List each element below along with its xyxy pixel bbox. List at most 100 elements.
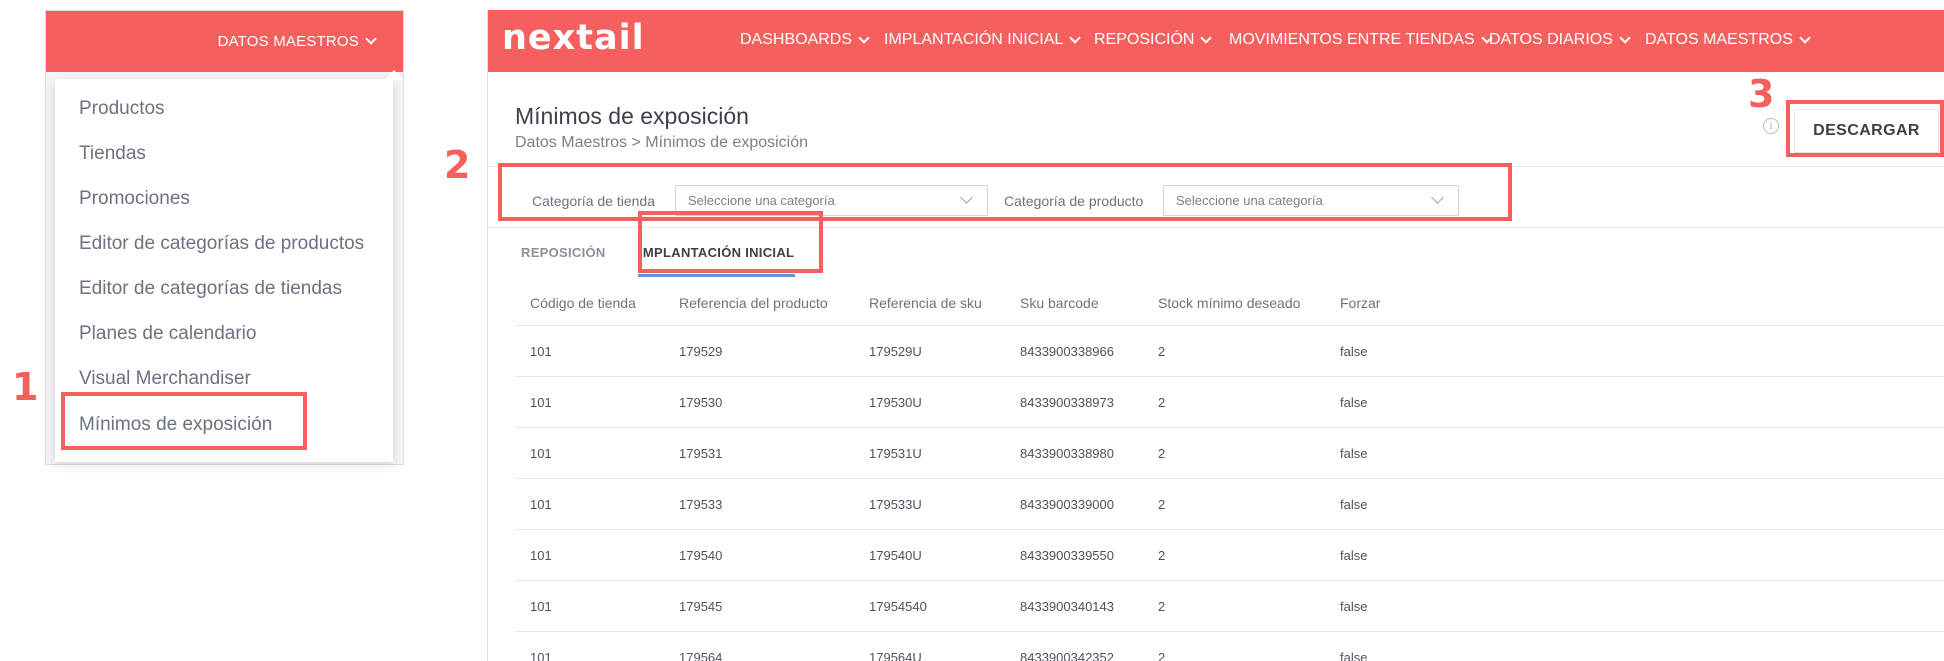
- table-header-row: Código de tienda Referencia del producto…: [515, 280, 1944, 326]
- cell-referencia-producto: 179545: [679, 598, 723, 614]
- annotation-number-2: 2: [444, 143, 471, 187]
- nav-datos-diarios[interactable]: DATOS DIARIOS: [1489, 28, 1631, 52]
- column-header-referencia-sku[interactable]: Referencia de sku: [869, 280, 982, 325]
- annotation-number-1: 1: [12, 365, 39, 409]
- nav-datos-maestros-label: DATOS MAESTROS: [1645, 31, 1793, 48]
- nextail-logo[interactable]: nextail: [502, 18, 645, 58]
- nav-datos-maestros[interactable]: DATOS MAESTROS: [1645, 28, 1811, 52]
- cell-forzar: false: [1340, 496, 1368, 512]
- cell-codigo-tienda: 101: [530, 445, 552, 461]
- column-header-forzar[interactable]: Forzar: [1340, 280, 1380, 325]
- filter-bar: Categoría de tienda Seleccione una categ…: [488, 166, 1944, 228]
- cell-stock-minimo: 2: [1158, 547, 1166, 563]
- tab-reposicion[interactable]: REPOSICIÓN: [521, 241, 606, 277]
- table-row[interactable]: 101 179533 179533U 8433900339000 2 false: [515, 479, 1944, 530]
- cell-referencia-producto: 179530: [679, 394, 723, 410]
- column-header-sku-barcode[interactable]: Sku barcode: [1020, 280, 1099, 325]
- cell-codigo-tienda: 101: [530, 598, 552, 614]
- menu-preview-header: DATOS MAESTROS: [46, 11, 403, 72]
- cell-sku-barcode: 8433900339000: [1020, 496, 1114, 512]
- cell-forzar: false: [1340, 598, 1368, 614]
- menu-item-visual-merchandiser[interactable]: Visual Merchandiser: [79, 364, 251, 394]
- nav-movimientos-entre-tiendas[interactable]: MOVIMIENTOS ENTRE TIENDAS: [1229, 28, 1493, 52]
- cell-codigo-tienda: 101: [530, 496, 552, 512]
- nav-dashboards[interactable]: DASHBOARDS: [740, 28, 870, 52]
- chevron-down-icon: [1799, 31, 1811, 44]
- cell-sku-barcode: 8433900338980: [1020, 445, 1114, 461]
- cell-forzar: false: [1340, 649, 1368, 661]
- datos-maestros-menu-trigger[interactable]: DATOS MAESTROS: [218, 29, 377, 53]
- menu-item-productos[interactable]: Productos: [79, 94, 165, 124]
- menu-item-tiendas[interactable]: Tiendas: [79, 139, 146, 169]
- chevron-down-icon: [1069, 31, 1081, 44]
- page-title: Mínimos de exposición: [515, 103, 749, 129]
- cell-referencia-producto: 179533: [679, 496, 723, 512]
- cell-referencia-producto: 179529: [679, 343, 723, 359]
- cell-referencia-sku: 179529U: [869, 343, 922, 359]
- download-button[interactable]: DESCARGAR: [1794, 109, 1939, 153]
- datos-maestros-dropdown: Productos Tiendas Promociones Editor de …: [55, 79, 393, 462]
- chevron-down-icon: [1619, 31, 1631, 44]
- cell-referencia-sku: 179531U: [869, 445, 922, 461]
- nav-movimientos-label: MOVIMIENTOS ENTRE TIENDAS: [1229, 31, 1475, 48]
- chevron-down-icon: [365, 32, 377, 45]
- table-row[interactable]: 101 179529 179529U 8433900338966 2 false: [515, 326, 1944, 377]
- chevron-down-icon: [960, 191, 973, 204]
- column-header-stock-minimo[interactable]: Stock mínimo deseado: [1158, 280, 1300, 325]
- cell-stock-minimo: 2: [1158, 445, 1166, 461]
- cell-stock-minimo: 2: [1158, 598, 1166, 614]
- cell-codigo-tienda: 101: [530, 547, 552, 563]
- column-header-codigo-tienda[interactable]: Código de tienda: [530, 280, 636, 325]
- cell-forzar: false: [1340, 394, 1368, 410]
- table-row[interactable]: 101 179564 179564U 8433900342352 2 false: [515, 632, 1944, 661]
- menu-item-planes-calendario[interactable]: Planes de calendario: [79, 319, 256, 349]
- cell-referencia-producto: 179531: [679, 445, 723, 461]
- menu-item-editor-categorias-tiendas[interactable]: Editor de categorías de tiendas: [79, 274, 342, 304]
- cell-referencia-sku: 179533U: [869, 496, 922, 512]
- nav-implantacion-inicial-label: IMPLANTACIÓN INICIAL: [884, 31, 1064, 48]
- cell-codigo-tienda: 101: [530, 394, 552, 410]
- store-category-select[interactable]: Seleccione una categoría: [675, 185, 988, 216]
- nav-reposicion[interactable]: REPOSICIÓN: [1094, 28, 1213, 52]
- cell-referencia-sku: 179540U: [869, 547, 922, 563]
- cell-stock-minimo: 2: [1158, 394, 1166, 410]
- menu-item-promociones[interactable]: Promociones: [79, 184, 190, 214]
- cell-sku-barcode: 8433900340143: [1020, 598, 1114, 614]
- store-category-label: Categoría de tienda: [532, 193, 655, 209]
- cell-codigo-tienda: 101: [530, 343, 552, 359]
- cell-codigo-tienda: 101: [530, 649, 552, 661]
- product-category-select[interactable]: Seleccione una categoría: [1163, 185, 1459, 216]
- table-row[interactable]: 101 179540 179540U 8433900339550 2 false: [515, 530, 1944, 581]
- table-row[interactable]: 101 179530 179530U 8433900338973 2 false: [515, 377, 1944, 428]
- cell-referencia-producto: 179564: [679, 649, 723, 661]
- cell-stock-minimo: 2: [1158, 496, 1166, 512]
- cell-sku-barcode: 8433900338966: [1020, 343, 1114, 359]
- breadcrumb[interactable]: Datos Maestros > Mínimos de exposición: [515, 134, 808, 152]
- cell-forzar: false: [1340, 547, 1368, 563]
- cell-referencia-sku: 179564U: [869, 649, 922, 661]
- tab-implantacion-inicial[interactable]: IMPLANTACIÓN INICIAL: [638, 241, 796, 277]
- product-category-placeholder: Seleccione una categoría: [1176, 193, 1323, 208]
- cell-sku-barcode: 8433900342352: [1020, 649, 1114, 661]
- nav-implantacion-inicial[interactable]: IMPLANTACIÓN INICIAL: [884, 28, 1081, 52]
- cell-forzar: false: [1340, 343, 1368, 359]
- cell-referencia-sku: 17954540: [869, 598, 927, 614]
- column-header-referencia-producto[interactable]: Referencia del producto: [679, 280, 828, 325]
- nav-dashboards-label: DASHBOARDS: [740, 31, 853, 48]
- cell-stock-minimo: 2: [1158, 343, 1166, 359]
- chevron-down-icon: [1200, 31, 1213, 44]
- minimos-table: Código de tienda Referencia del producto…: [515, 280, 1944, 661]
- table-row[interactable]: 101 179531 179531U 8433900338980 2 false: [515, 428, 1944, 479]
- table-row[interactable]: 101 179545 17954540 8433900340143 2 fals…: [515, 581, 1944, 632]
- annotation-number-3: 3: [1748, 72, 1775, 116]
- chevron-down-icon: [858, 31, 870, 44]
- top-navbar: nextail DASHBOARDS IMPLANTACIÓN INICIAL …: [488, 10, 1944, 72]
- cell-sku-barcode: 8433900339550: [1020, 547, 1114, 563]
- cell-forzar: false: [1340, 445, 1368, 461]
- cell-stock-minimo: 2: [1158, 649, 1166, 661]
- menu-preview-panel: DATOS MAESTROS Productos Tiendas Promoci…: [45, 10, 404, 465]
- info-icon[interactable]: i: [1763, 118, 1779, 134]
- nav-datos-diarios-label: DATOS DIARIOS: [1489, 31, 1613, 48]
- menu-item-minimos-exposicion[interactable]: Mínimos de exposición: [79, 410, 272, 440]
- menu-item-editor-categorias-productos[interactable]: Editor de categorías de productos: [79, 229, 364, 259]
